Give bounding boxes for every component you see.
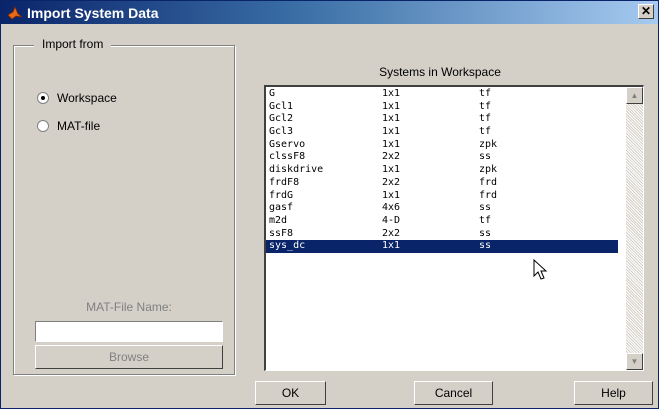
browse-button-label: Browse [108, 350, 149, 364]
title-bar[interactable]: Import System Data ✕ [1, 1, 658, 24]
help-button[interactable]: Help [574, 381, 653, 405]
systems-in-workspace-heading: Systems in Workspace [379, 65, 501, 79]
system-type-cell: tf [479, 100, 492, 112]
system-type-cell: tf [479, 88, 492, 99]
system-list-item[interactable]: frdF8 2x2 frd [266, 177, 618, 190]
system-type-cell: frd [479, 176, 498, 188]
system-list-item[interactable]: Gservo 1x1 zpk [266, 139, 618, 152]
cancel-button-label: Cancel [434, 386, 473, 400]
matfile-radio-label: MAT-file [57, 119, 101, 133]
system-list-item[interactable]: G 1x1 tf [266, 88, 618, 101]
system-name-cell: Gservo [269, 138, 306, 150]
system-name-cell: Gcl3 [269, 126, 294, 138]
help-button-label: Help [601, 386, 626, 400]
system-name-cell: gasf [269, 202, 294, 214]
system-list-item[interactable]: Gcl3 1x1 tf [266, 126, 618, 139]
system-list-item[interactable]: Gcl2 1x1 tf [266, 113, 618, 126]
system-name-cell: m2d [269, 214, 288, 226]
system-size-cell: 2x2 [382, 227, 401, 239]
system-type-cell: ss [479, 240, 492, 252]
system-type-cell: ss [479, 227, 492, 239]
system-size-cell: 2x2 [382, 151, 401, 163]
matfile-radio[interactable] [37, 120, 49, 132]
system-list-item[interactable]: diskdrive 1x1 zpk [266, 164, 618, 177]
system-name-cell: sys_dc [269, 240, 306, 252]
scroll-down-button[interactable]: ▼ [626, 353, 643, 370]
close-button[interactable]: ✕ [638, 4, 654, 19]
system-type-cell: zpk [479, 164, 498, 176]
system-type-cell: zpk [479, 138, 498, 150]
ok-button-label: OK [281, 386, 300, 400]
system-size-cell: 4x6 [382, 202, 401, 214]
system-size-cell: 1x1 [382, 189, 401, 201]
system-name-cell: diskdrive [269, 164, 324, 176]
ok-button[interactable]: OK [255, 381, 326, 405]
close-icon: ✕ [640, 4, 652, 18]
system-type-cell: ss [479, 202, 492, 214]
system-list-item[interactable]: ssF8 2x2 ss [266, 228, 618, 241]
system-name-cell: Gcl2 [269, 113, 294, 125]
system-type-cell: frd [479, 189, 498, 201]
mouse-pointer-icon [533, 259, 548, 280]
system-list-item[interactable]: m2d 4-D tf [266, 215, 618, 228]
import-from-legend: Import from [34, 37, 112, 51]
system-name-cell: G [269, 88, 276, 99]
system-name-cell: clssF8 [269, 151, 306, 163]
systems-list: G 1x1 tf Gcl1 1x1 tf Gcl2 1x1 tf Gcl3 1x1 tf Gservo 1… [266, 88, 618, 253]
browse-button[interactable]: Browse [35, 345, 223, 369]
system-name-cell: ssF8 [269, 227, 294, 239]
scroll-up-icon: ▲ [630, 91, 639, 100]
matfile-name-label: MAT-File Name: [86, 300, 172, 314]
system-type-cell: tf [479, 214, 492, 226]
system-size-cell: 1x1 [382, 164, 401, 176]
matlab-logo-icon [7, 5, 23, 20]
cancel-button[interactable]: Cancel [414, 381, 493, 405]
system-name-cell: frdF8 [269, 176, 300, 188]
vertical-scrollbar[interactable]: ▲ ▼ [626, 87, 643, 370]
system-size-cell: 1x1 [382, 113, 401, 125]
system-type-cell: tf [479, 126, 492, 138]
system-size-cell: 1x1 [382, 240, 401, 252]
window-title: Import System Data [27, 4, 159, 21]
system-size-cell: 4-D [382, 214, 401, 226]
workspace-radio[interactable] [37, 92, 49, 104]
workspace-radio-label: Workspace [57, 91, 117, 105]
system-list-item[interactable]: frdG 1x1 frd [266, 190, 618, 203]
system-name-cell: frdG [269, 189, 294, 201]
system-size-cell: 1x1 [382, 126, 401, 138]
system-list-item[interactable]: gasf 4x6 ss [266, 202, 618, 215]
system-size-cell: 1x1 [382, 100, 401, 112]
system-list-item[interactable]: clssF8 2x2 ss [266, 151, 618, 164]
matfile-radio-option[interactable]: MAT-file [37, 119, 100, 133]
system-type-cell: tf [479, 113, 492, 125]
system-type-cell: ss [479, 151, 492, 163]
import-system-data-dialog: Import System Data ✕ Import from Workspa… [0, 0, 659, 409]
system-list-item[interactable]: Gcl1 1x1 tf [266, 101, 618, 114]
scroll-down-icon: ▼ [630, 357, 639, 366]
system-size-cell: 1x1 [382, 138, 401, 150]
systems-listbox[interactable]: G 1x1 tf Gcl1 1x1 tf Gcl2 1x1 tf Gcl3 1x1 tf Gservo 1… [264, 85, 644, 371]
system-list-item[interactable]: sys_dc 1x1 ss [266, 240, 618, 253]
system-size-cell: 1x1 [382, 88, 401, 99]
scroll-up-button[interactable]: ▲ [626, 87, 643, 104]
system-size-cell: 2x2 [382, 176, 401, 188]
workspace-radio-option[interactable]: Workspace [37, 91, 117, 105]
system-name-cell: Gcl1 [269, 100, 294, 112]
matfile-name-input[interactable] [35, 321, 223, 342]
